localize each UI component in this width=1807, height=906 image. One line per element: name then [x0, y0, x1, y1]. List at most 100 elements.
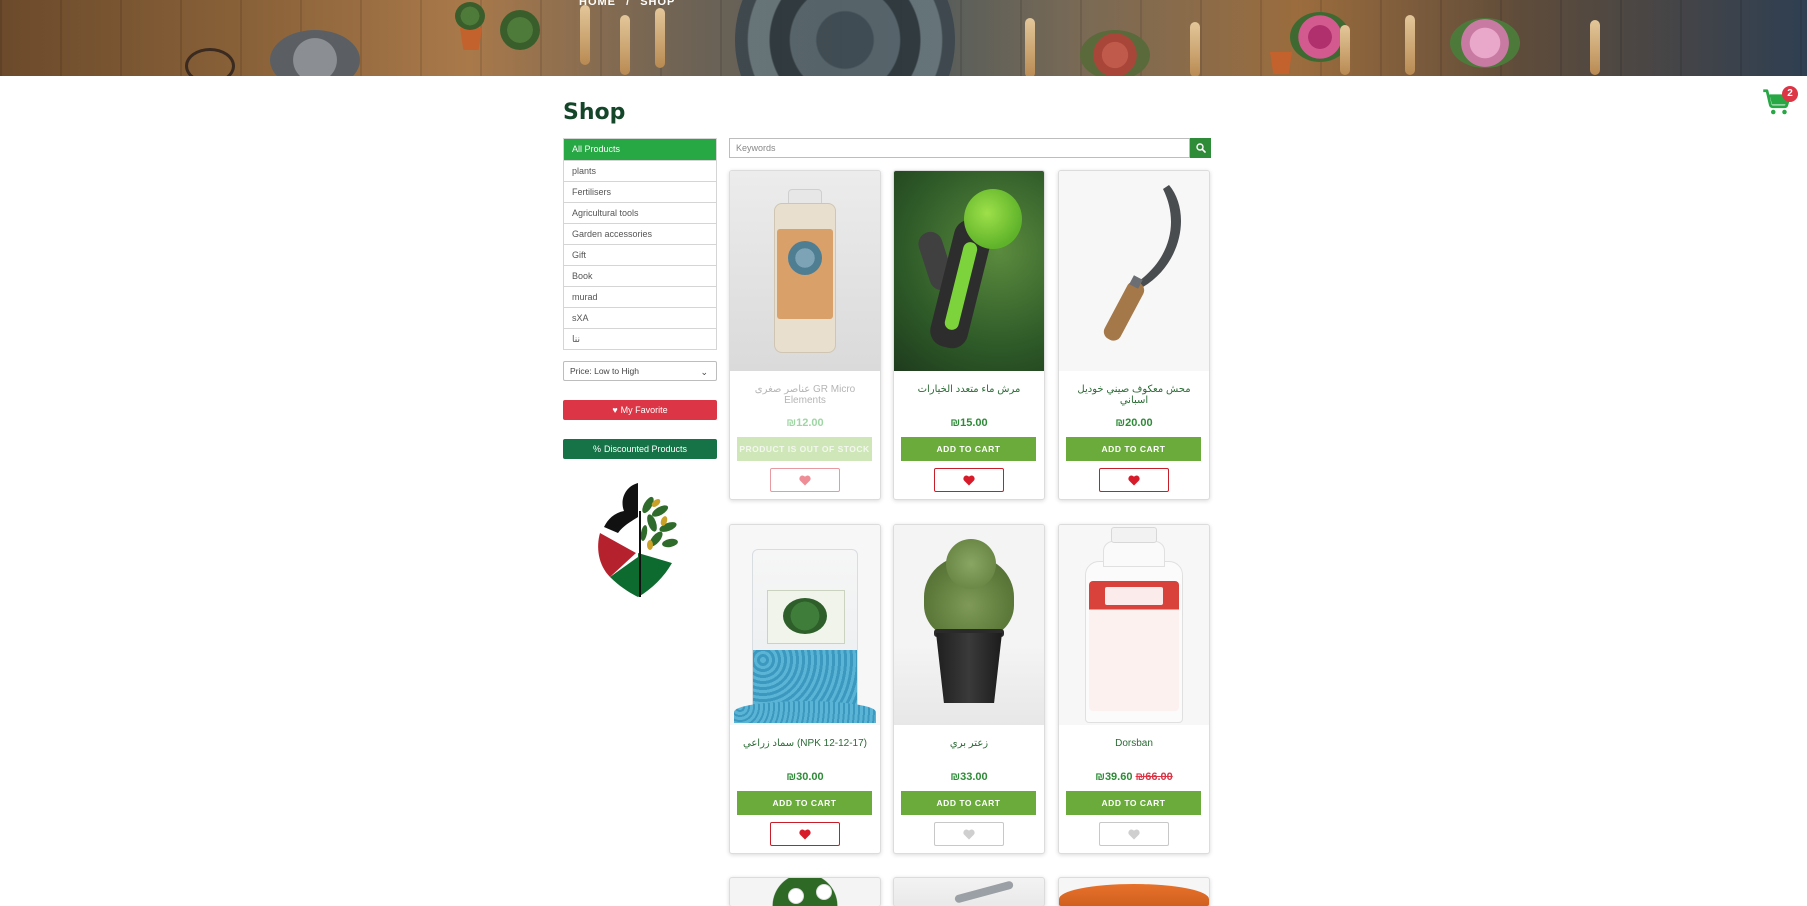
decorative-tool — [1405, 15, 1415, 75]
favorite-button[interactable] — [1099, 822, 1169, 846]
product-image[interactable] — [730, 525, 880, 725]
product-jar-image — [774, 189, 836, 359]
favorite-button[interactable] — [1099, 468, 1169, 492]
out-of-stock-button: PRODUCT IS OUT OF STOCK — [737, 437, 872, 461]
product-name[interactable]: سماد زراعي (NPK 12-12-17) — [736, 738, 874, 749]
product-card: محش معكوف صيني خوديل اسباني ₪20.00 ADD T… — [1058, 170, 1210, 500]
heart-icon — [799, 829, 811, 839]
search-input[interactable] — [729, 138, 1190, 158]
add-to-cart-button[interactable]: ADD TO CART — [737, 791, 872, 815]
decorative-flowers — [1450, 18, 1520, 68]
product-card: Dorsban ₪39.60 ₪66.00 ADD TO CART — [1058, 524, 1210, 854]
product-bottle-image — [1059, 525, 1209, 725]
heart-icon — [963, 829, 975, 839]
breadcrumb: HOME / SHOP — [579, 0, 681, 8]
decorative-pot — [460, 28, 482, 50]
decorative-pot — [1270, 52, 1292, 74]
product-card: سماد زراعي (NPK 12-12-17) ₪30.00 ADD TO … — [729, 524, 881, 854]
my-favorite-label: My Favorite — [620, 405, 668, 415]
product-price: ₪20.00 — [1115, 417, 1153, 429]
decorative-flowers — [1080, 30, 1150, 76]
palestine-olive-logo — [598, 483, 679, 597]
product-card: زعتر بري ₪33.00 ADD TO CART — [893, 524, 1045, 854]
percent-icon: % — [592, 444, 601, 454]
decorative-plate — [735, 0, 955, 76]
discounted-products-button[interactable]: % Discounted Products — [563, 439, 717, 459]
product-name[interactable]: عناصر صغرى GR Micro Elements — [736, 384, 874, 406]
search-icon — [1195, 143, 1206, 153]
product-image[interactable] — [894, 525, 1044, 725]
product-price: ₪30.00 — [786, 771, 824, 783]
product-price: ₪15.00 — [950, 417, 988, 429]
category-item-fertilisers[interactable]: Fertilisers — [564, 181, 716, 202]
discounted-products-label: Discounted Products — [603, 444, 688, 454]
decorative-leaves — [455, 2, 485, 30]
product-card: عناصر صغرى GR Micro Elements ₪12.00 PROD… — [729, 170, 881, 500]
heart-icon: ♥ — [612, 405, 618, 415]
product-card-partial[interactable] — [893, 877, 1045, 906]
heart-icon — [799, 475, 811, 485]
decorative-pan — [270, 30, 360, 76]
product-nozzle-image — [894, 171, 1044, 371]
sort-select[interactable]: Price: Low to High ⌄ — [563, 361, 717, 381]
heart-icon — [1128, 829, 1140, 839]
decorative-tool — [1340, 25, 1350, 75]
breadcrumb-home-link[interactable]: HOME — [579, 0, 616, 8]
decorative-tool — [1025, 18, 1035, 76]
category-item-plants[interactable]: plants — [564, 160, 716, 181]
product-price: ₪12.00 — [786, 417, 824, 429]
add-to-cart-button[interactable]: ADD TO CART — [901, 437, 1036, 461]
category-item-agricultural-tools[interactable]: Agricultural tools — [564, 202, 716, 223]
breadcrumb-current: SHOP — [640, 0, 676, 8]
product-name[interactable]: Dorsban — [1065, 738, 1203, 749]
add-to-cart-button[interactable]: ADD TO CART — [1066, 791, 1201, 815]
search-button[interactable] — [1190, 138, 1211, 158]
product-plant-image — [894, 525, 1044, 725]
add-to-cart-button[interactable]: ADD TO CART — [901, 791, 1036, 815]
decorative-tool — [655, 8, 665, 68]
favorite-button[interactable] — [770, 822, 840, 846]
product-sale-price: ₪39.60 — [1095, 771, 1133, 783]
product-image[interactable] — [1059, 171, 1209, 371]
product-sickle-image — [1103, 185, 1182, 341]
heart-icon — [1128, 475, 1140, 485]
page-title: Shop — [563, 100, 626, 125]
chevron-down-icon: ⌄ — [700, 367, 708, 377]
decorative-tool — [1590, 20, 1600, 75]
product-card: مرش ماء متعدد الخيارات ₪15.00 ADD TO CAR… — [893, 170, 1045, 500]
heart-icon — [963, 475, 975, 485]
decorative-leaves — [500, 10, 540, 50]
product-name[interactable]: زعتر بري — [900, 738, 1038, 749]
sort-select-value: Price: Low to High — [570, 366, 639, 376]
product-name[interactable]: مرش ماء متعدد الخيارات — [900, 384, 1038, 395]
category-item-garden-accessories[interactable]: Garden accessories — [564, 223, 716, 244]
cart-button[interactable]: 2 — [1762, 86, 1798, 117]
product-image[interactable] — [1059, 525, 1209, 725]
hero-banner: HOME / SHOP — [0, 0, 1807, 76]
category-item-gift[interactable]: Gift — [564, 244, 716, 265]
search-bar — [729, 138, 1211, 158]
product-granules — [734, 701, 876, 723]
decorative-tool — [580, 5, 590, 65]
my-favorite-button[interactable]: ♥ My Favorite — [563, 400, 717, 420]
product-old-price: ₪66.00 — [1135, 771, 1173, 783]
favorite-button[interactable] — [770, 468, 840, 492]
product-price: ₪33.00 — [950, 771, 988, 783]
product-image[interactable] — [730, 171, 880, 371]
category-item-all-products[interactable]: All Products — [564, 139, 716, 160]
product-bag-image — [752, 549, 858, 709]
category-item-murad[interactable]: murad — [564, 286, 716, 307]
favorite-button[interactable] — [934, 468, 1004, 492]
category-item-arabic[interactable]: ننا — [564, 328, 716, 349]
category-item-book[interactable]: Book — [564, 265, 716, 286]
product-name[interactable]: محش معكوف صيني خوديل اسباني — [1065, 384, 1203, 406]
decorative-ring — [185, 48, 235, 76]
product-image[interactable] — [894, 171, 1044, 371]
favorite-button[interactable] — [934, 822, 1004, 846]
product-card-partial[interactable] — [729, 877, 881, 906]
product-card-partial[interactable] — [1058, 877, 1210, 906]
add-to-cart-button[interactable]: ADD TO CART — [1066, 437, 1201, 461]
decorative-tool — [1190, 22, 1200, 76]
decorative-tool — [620, 15, 630, 75]
category-item-sxa[interactable]: sXA — [564, 307, 716, 328]
